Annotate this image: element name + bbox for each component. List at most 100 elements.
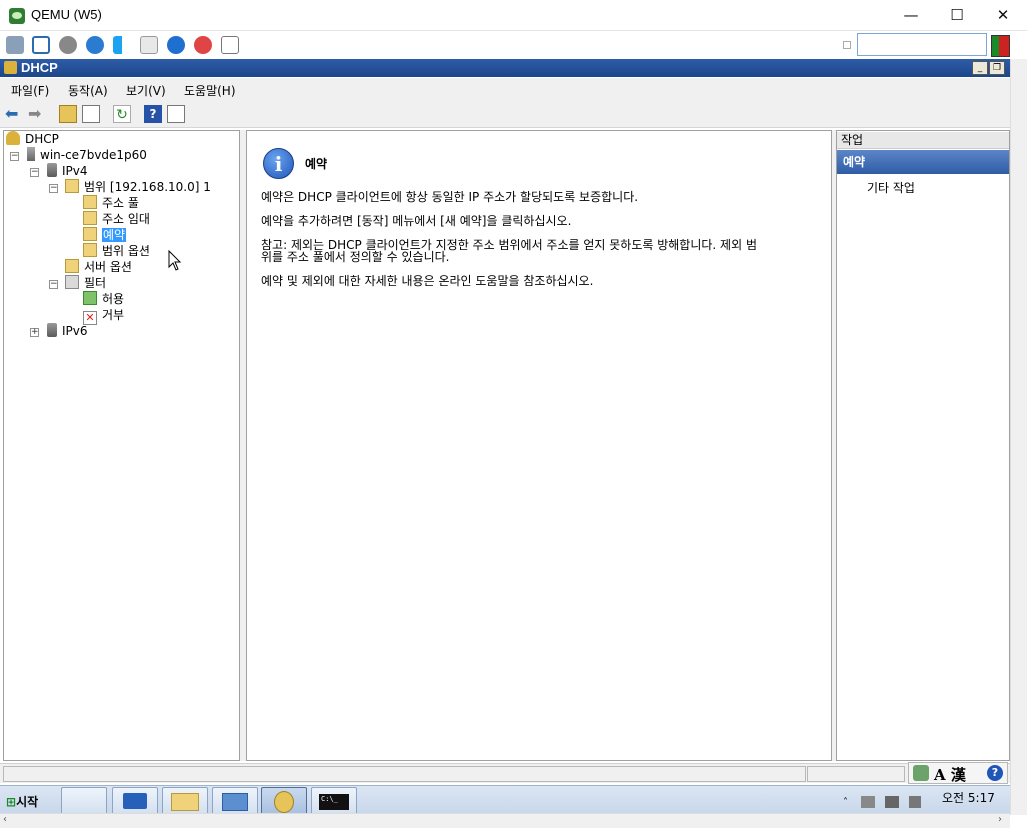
tree-item-label: DHCP	[25, 132, 59, 146]
content-paragraph-1: 예약은 DHCP 클라이언트에 항상 동일한 IP 주소가 할당되도록 보증합니…	[261, 190, 639, 204]
tree-item-filters[interactable]: 필터	[65, 275, 106, 291]
scope-options-icon	[83, 243, 97, 257]
status-cell-secondary	[807, 766, 905, 782]
content-paragraph-4: 예약 및 제외에 대한 자세한 내용은 온라인 도움말을 참조하십시오.	[261, 274, 594, 288]
stop-icon[interactable]	[194, 36, 212, 54]
tree-item-label: 범위 옵션	[102, 244, 150, 258]
network-tray-icon[interactable]	[885, 796, 899, 808]
filter-icon	[65, 275, 79, 289]
network-icon[interactable]	[6, 36, 24, 54]
vertical-scrollbar[interactable]	[1010, 59, 1027, 815]
show-action-pane-icon[interactable]	[167, 105, 185, 123]
collapse-scope-expander[interactable]: −	[49, 184, 58, 193]
tree-item-server-options[interactable]: 서버 옵션	[65, 259, 132, 275]
taskbar-dhcp[interactable]	[261, 787, 307, 815]
server-icon	[27, 147, 35, 161]
status-cell-main	[3, 766, 806, 782]
dhcp-title-bar: DHCP	[0, 59, 1010, 77]
horizontal-scrollbar[interactable]: ‹ ›	[0, 813, 1010, 828]
keyboard-icon[interactable]	[140, 36, 158, 54]
tree-item-label: 서버 옵션	[84, 260, 132, 274]
expand-ipv6-expander[interactable]: +	[30, 328, 39, 337]
windows-flag-icon: ⊞	[6, 795, 17, 809]
dhcp-trophy-icon	[6, 131, 20, 145]
tree-item-address-leases[interactable]: 주소 임대	[83, 211, 150, 227]
tree-item-label: win-ce7bvde1p60	[40, 148, 147, 162]
flag-icon[interactable]	[861, 796, 875, 808]
help-icon[interactable]: ?	[144, 105, 162, 123]
tree-item-server[interactable]: win-ce7bvde1p60	[27, 147, 147, 163]
refresh-list-icon[interactable]: ↻	[113, 105, 131, 123]
taskbar-powershell[interactable]	[112, 787, 158, 815]
windows-icon[interactable]	[113, 36, 131, 54]
taskbar-clock[interactable]: 오전 5:17	[942, 789, 995, 806]
tree-item-ipv4[interactable]: IPv4	[47, 163, 88, 179]
up-folder-icon[interactable]	[59, 105, 77, 123]
ime-help-icon[interactable]: ?	[987, 765, 1003, 781]
tree-item-deny[interactable]: ✕ 거부	[83, 307, 124, 325]
maximize-button[interactable]: ☐	[934, 0, 980, 30]
back-arrow-icon[interactable]: ⬅	[5, 105, 23, 123]
tree-item-address-pool[interactable]: 주소 풀	[83, 195, 139, 211]
search-input[interactable]	[857, 33, 987, 56]
dhcp-taskbar-icon	[274, 791, 294, 813]
refresh-icon[interactable]	[86, 36, 104, 54]
tree-item-scope-options[interactable]: 범위 옵션	[83, 243, 150, 259]
mdi-restore-button[interactable]: ❐	[989, 61, 1005, 75]
actions-pane	[836, 130, 1010, 761]
mouse-cursor-icon	[168, 250, 182, 271]
tree-item-ipv6[interactable]: IPv6	[47, 323, 88, 339]
taskbar-explorer[interactable]	[162, 787, 208, 815]
minimize-button[interactable]: —	[888, 0, 934, 30]
ipv4-server-check-icon	[47, 163, 57, 177]
show-hide-tree-icon[interactable]	[82, 105, 100, 123]
qemu-app-icon	[9, 8, 25, 24]
actions-section-reservations[interactable]: 예약	[837, 150, 1009, 174]
taskbar-server-manager[interactable]	[61, 787, 107, 815]
menu-help[interactable]: 도움말(H)	[184, 82, 236, 99]
tree-item-scope[interactable]: 범위 [192.168.10.0] 1	[65, 179, 211, 195]
menu-view[interactable]: 보기(V)	[126, 82, 166, 99]
dhcp-trophy-icon	[4, 61, 17, 74]
forward-arrow-icon[interactable]: ➡	[28, 105, 46, 123]
ime-mode-label[interactable]: A 漢	[934, 764, 966, 785]
tree-item-label: 필터	[84, 276, 107, 290]
collapse-filters-expander[interactable]: −	[49, 280, 58, 289]
scroll-left-icon[interactable]: ‹	[3, 814, 7, 825]
tree-item-reservations[interactable]: 예약	[83, 227, 127, 243]
scroll-right-icon[interactable]: ›	[998, 814, 1002, 825]
tree-item-dhcp[interactable]: DHCP	[6, 131, 59, 147]
menu-action[interactable]: 동작(A)	[68, 82, 108, 99]
actions-more-actions[interactable]: 기타 작업	[867, 179, 915, 196]
fullscreen-icon[interactable]	[32, 36, 50, 54]
collapse-ipv4-expander[interactable]: −	[30, 168, 39, 177]
ime-pen-icon[interactable]	[913, 765, 929, 781]
collapse-server-expander[interactable]: −	[10, 152, 19, 161]
show-hidden-icons-icon[interactable]: ˄	[843, 797, 848, 808]
allow-filter-icon	[83, 291, 97, 305]
volume-icon[interactable]	[909, 796, 921, 808]
start-button[interactable]: ⊞시작	[2, 790, 54, 814]
menu-file[interactable]: 파일(F)	[11, 82, 49, 99]
network-console-icon	[222, 793, 248, 811]
folder-icon	[65, 179, 79, 193]
taskbar-network[interactable]	[212, 787, 258, 815]
ime-language-bar[interactable]: A 漢 ?	[908, 762, 1008, 784]
tree-item-label: 주소 풀	[102, 196, 139, 210]
info-icon[interactable]	[167, 36, 185, 54]
actions-header: 작업	[837, 132, 1009, 149]
mdi-minimize-button[interactable]: _	[972, 61, 988, 75]
tree-item-label: 허용	[102, 292, 125, 306]
qemu-window-title: QEMU (W5)	[31, 7, 102, 22]
qemu-title-bar: QEMU (W5) — ☐ ✕	[0, 0, 1027, 31]
start-label: 시작	[16, 795, 39, 809]
search-option-checkbox[interactable]	[843, 41, 851, 49]
download-icon[interactable]	[221, 36, 239, 54]
status-indicator-icon	[991, 35, 1010, 57]
info-icon: i	[263, 148, 294, 179]
taskbar-cmd[interactable]: C:\_	[311, 787, 357, 815]
tree-item-label: IPv6	[62, 324, 88, 338]
close-button[interactable]: ✕	[980, 0, 1026, 30]
tree-item-allow[interactable]: 허용	[83, 291, 124, 307]
gear-icon[interactable]	[59, 36, 77, 54]
